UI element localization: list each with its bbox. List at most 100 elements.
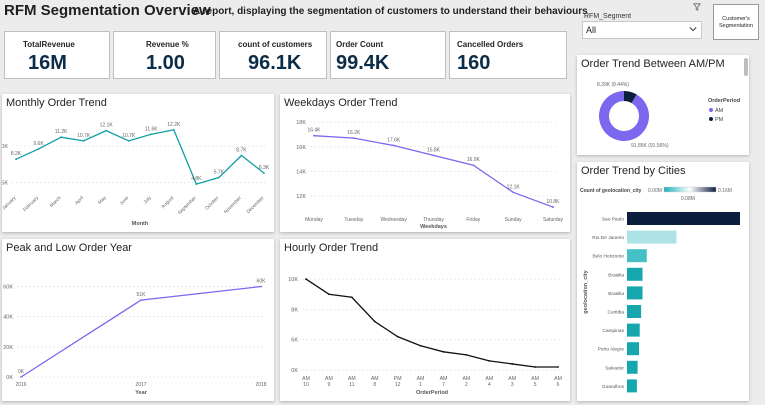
- x-tick-label: Wednesday: [381, 217, 408, 223]
- x-tick-label: June: [119, 195, 131, 207]
- bar: [627, 305, 642, 318]
- bar: [627, 379, 637, 393]
- x-tick-label: 9: [327, 382, 330, 388]
- bar: [627, 286, 643, 300]
- data-label: 16.2K: [347, 130, 361, 136]
- x-tick-label: November: [223, 195, 243, 215]
- bar: [627, 360, 638, 374]
- data-point: [512, 191, 515, 194]
- data-label: 8.39K (8.44%): [597, 82, 629, 88]
- legend-title: OrderPeriod: [708, 98, 740, 104]
- y-tick-label: 10K: [288, 277, 298, 283]
- data-label: 8.7K: [236, 148, 247, 154]
- y-tick-label: 0K: [6, 375, 13, 381]
- kpi-card-revenue-pct: Revenue % 1.00: [113, 31, 216, 79]
- data-label: 9.6K: [33, 141, 44, 147]
- data-label: 60K: [257, 279, 267, 285]
- y-tick-label: 14K: [296, 169, 306, 175]
- kpi-card-customer-count: count of customers 96.1K: [219, 31, 327, 79]
- legend-label: AM: [715, 108, 724, 114]
- data-label: 15.8K: [427, 147, 441, 153]
- data-point: [195, 183, 198, 186]
- data-point: [472, 164, 475, 167]
- report-title: RFM Segmentation Overview: [4, 2, 211, 19]
- data-label: 5.7K: [214, 170, 225, 176]
- y-tick-label: Porto Alegre: [598, 347, 625, 353]
- hourly-order-trend-visual[interactable]: Hourly Order Trend 0K 6K 8K 10K AM 10 AM 9 AM 11 A…: [280, 239, 570, 401]
- cities-bar-chart: Count of geolocation_city 0.00M 0.16M 0.08M…: [580, 186, 740, 393]
- visual-scrollbar[interactable]: [744, 58, 748, 76]
- x-tick-label: July: [142, 195, 153, 206]
- peak-low-line-chart: 0K 20K 40K 60K 2016 2017 2018 Year 0K 51K 60K: [3, 279, 267, 396]
- data-point: [127, 139, 130, 142]
- data-label: 12.1K: [507, 184, 521, 190]
- data-point: [432, 154, 435, 157]
- x-tick-label: 2016: [15, 382, 26, 388]
- legend-max: 0.16M: [718, 188, 732, 194]
- data-point: [488, 360, 491, 362]
- data-point: [60, 136, 62, 139]
- kpi-label: TotalRevenue: [23, 40, 75, 49]
- kpi-label: Order Count: [336, 40, 384, 49]
- segment-dropdown[interactable]: All: [582, 21, 702, 39]
- x-tick-label: February: [22, 195, 40, 213]
- kpi-label: count of customers: [238, 40, 313, 49]
- bar: [627, 267, 643, 281]
- data-point: [82, 139, 85, 142]
- data-label: 10.8K: [546, 199, 560, 205]
- y-tick-label: 5K: [2, 181, 8, 187]
- series-line: [305, 278, 558, 368]
- x-tick-label: 7: [442, 382, 445, 388]
- y-axis-label: geolocation_city: [583, 269, 589, 313]
- chevron-down-icon: [689, 27, 697, 32]
- kpi-value: 160: [457, 52, 491, 74]
- legend-marker: [709, 108, 713, 112]
- data-label: 16.4K: [307, 128, 321, 134]
- data-label: 17.6K: [387, 138, 401, 144]
- data-point: [511, 363, 514, 365]
- x-tick-label: Friday: [466, 217, 480, 223]
- am-pm-order-trend-visual[interactable]: Order Trend Between AM/PM 8.39K (8.44%) 9…: [577, 55, 749, 155]
- legend-mid: 0.08M: [681, 196, 695, 202]
- data-point: [263, 172, 265, 175]
- kpi-value: 1.00: [146, 52, 185, 74]
- x-tick-label: September: [177, 195, 198, 216]
- x-tick-label: 2: [465, 382, 468, 388]
- x-tick-label: Saturday: [543, 217, 564, 223]
- x-tick-label: 8: [373, 382, 376, 388]
- data-point: [240, 154, 243, 157]
- x-tick-label: 12: [395, 382, 401, 388]
- data-point: [218, 176, 220, 179]
- y-tick-label: Rio De Janeiro: [592, 235, 624, 241]
- y-tick-label: Curitiba: [607, 310, 624, 316]
- x-axis-label: Year: [135, 390, 147, 396]
- monthly-order-trend-visual[interactable]: Monthly Order Trend 5K10KJanuaryFebruary…: [2, 94, 274, 232]
- y-tick-label: 40K: [3, 315, 13, 321]
- cities-order-trend-visual[interactable]: Order Trend by Cities Count of geolocati…: [577, 162, 749, 401]
- data-point: [392, 144, 395, 147]
- legend-marker: [709, 117, 713, 121]
- data-label: 11.2K: [55, 129, 68, 135]
- x-tick-label: August: [160, 195, 175, 210]
- data-label: 16.0K: [467, 157, 481, 163]
- kpi-value: 99.4K: [336, 52, 390, 74]
- data-point: [37, 148, 40, 150]
- data-point: [557, 366, 559, 368]
- data-point: [373, 320, 376, 323]
- kpi-card-cancelled-orders: Cancelled Orders 160: [449, 31, 567, 79]
- data-label: 12.1K: [100, 123, 114, 129]
- filter-icon[interactable]: [693, 3, 701, 11]
- data-label: 6.3K: [259, 165, 270, 171]
- data-point: [328, 293, 330, 296]
- y-tick-label: 12K: [296, 194, 306, 200]
- customer-segmentation-button[interactable]: Customer's Segmentation: [713, 4, 759, 40]
- peak-low-order-year-visual[interactable]: Peak and Low Order Year 0K 20K 40K 60K 2016 2…: [2, 239, 274, 401]
- legend-label: PM: [715, 117, 724, 123]
- bar: [627, 212, 740, 225]
- bar: [627, 249, 647, 263]
- data-point: [305, 278, 307, 280]
- y-tick-label: 0K: [291, 368, 298, 374]
- y-tick-label: Brasilia: [608, 272, 624, 278]
- y-tick-label: Brasilia: [608, 291, 624, 297]
- weekdays-order-trend-visual[interactable]: Weekdays Order Trend 12K 14K 16K 18K Monday T…: [280, 94, 570, 232]
